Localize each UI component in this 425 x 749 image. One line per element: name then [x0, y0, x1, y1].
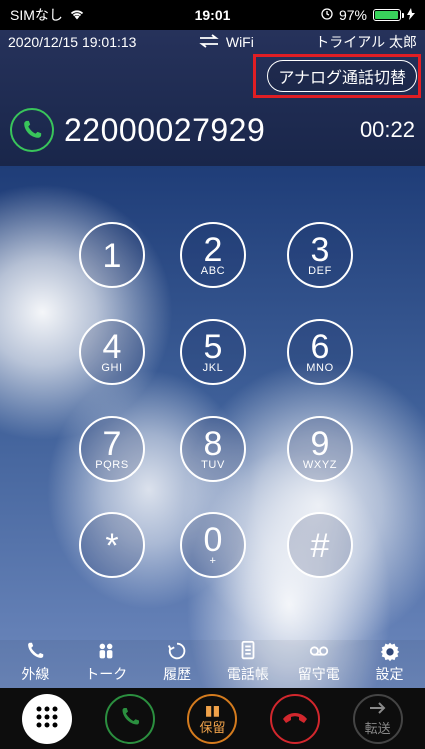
charging-icon	[407, 7, 415, 23]
status-bar: SIMなし 19:01 97%	[0, 0, 425, 30]
arrow-right-icon	[369, 701, 387, 718]
transfer-button[interactable]: 転送	[352, 693, 403, 744]
tab-label: 外線	[21, 666, 50, 682]
key-letters: DEF	[308, 265, 332, 277]
status-time: 19:01	[194, 7, 231, 23]
key-digit: #	[310, 527, 330, 565]
talk-icon	[95, 640, 117, 662]
key-9[interactable]: 9 WXYZ	[287, 416, 353, 482]
tab-label: トーク	[85, 666, 128, 682]
hangup-icon	[281, 709, 309, 728]
tab-label: 留守電	[297, 666, 340, 682]
key-8[interactable]: 8 TUV	[180, 416, 246, 482]
highlight-box	[253, 54, 421, 98]
phone-icon	[118, 705, 142, 732]
key-digit: 0	[203, 521, 223, 559]
key-digit: 1	[102, 237, 122, 275]
call-duration: 00:22	[359, 117, 415, 142]
key-letters: ABC	[200, 265, 226, 277]
call-datetime: 2020/12/15 19:01:13	[8, 34, 137, 50]
tab-label: 電話帳	[226, 666, 269, 682]
key-3[interactable]: 3 DEF	[287, 222, 353, 288]
key-letters: +	[209, 555, 217, 567]
call-button[interactable]	[104, 693, 155, 744]
tab-phonebook[interactable]: 電話帳	[213, 640, 283, 684]
key-letters: TUV	[201, 459, 225, 471]
pause-icon: ▮▮	[204, 702, 221, 718]
transfer-label: 転送	[364, 720, 391, 736]
key-6[interactable]: 6 MNO	[287, 319, 353, 385]
phonebook-icon	[237, 640, 259, 662]
key-4[interactable]: 4 GHI	[79, 319, 145, 385]
key-hash[interactable]: #	[287, 512, 353, 578]
gear-icon	[379, 640, 401, 662]
key-5[interactable]: 5 JKL	[180, 319, 246, 385]
key-digit: 8	[203, 425, 223, 463]
connection-label: WiFi	[225, 34, 254, 50]
call-row: 22000027929 00:22	[0, 108, 425, 152]
key-0[interactable]: 0 +	[180, 512, 246, 578]
bottom-tab-bar: 外線 トーク 履歴 電話帳 留守電 設定	[0, 640, 425, 688]
tab-label: 履歴	[163, 666, 192, 682]
connection-status: WiFi	[198, 33, 254, 51]
dialpad-icon	[34, 704, 60, 733]
call-control-bar: ▮▮ 保留 転送	[0, 688, 425, 749]
tab-settings[interactable]: 設定	[355, 640, 425, 684]
key-7[interactable]: 7 PQRS	[79, 416, 145, 482]
key-star[interactable]: *	[79, 512, 145, 578]
key-digit: 6	[310, 328, 330, 366]
phone-icon	[10, 108, 54, 152]
key-letters: PQRS	[95, 459, 129, 471]
key-digit: 5	[203, 328, 223, 366]
alarm-icon	[321, 7, 333, 23]
hold-button[interactable]: ▮▮ 保留	[187, 693, 238, 744]
key-letters: MNO	[306, 362, 334, 374]
user-name: トライアル 太郎	[315, 34, 417, 50]
key-letters: GHI	[101, 362, 123, 374]
key-1[interactable]: 1	[79, 222, 145, 288]
status-right: 97%	[321, 7, 415, 23]
call-header: 2020/12/15 19:01:13 WiFi トライアル 太郎 アナログ通話…	[0, 30, 425, 166]
key-digit: *	[105, 527, 119, 565]
key-digit: 7	[102, 425, 122, 463]
call-number: 22000027929	[64, 111, 266, 148]
keypad-toggle-button[interactable]	[22, 693, 73, 744]
key-digit: 2	[203, 231, 223, 269]
tab-outside-line[interactable]: 外線	[0, 640, 70, 684]
battery-percent: 97%	[338, 7, 367, 23]
end-call-button[interactable]	[270, 693, 321, 744]
key-digit: 9	[310, 425, 330, 463]
battery-icon	[373, 9, 404, 21]
key-digit: 3	[310, 231, 330, 269]
key-letters: JKL	[202, 362, 224, 374]
carrier-text: SIMなし	[10, 7, 63, 23]
status-left: SIMなし	[10, 5, 85, 25]
hold-label: 保留	[199, 720, 226, 735]
phone-icon	[24, 640, 46, 662]
tab-voicemail[interactable]: 留守電	[284, 640, 354, 684]
tab-history[interactable]: 履歴	[142, 640, 212, 684]
tab-talk[interactable]: トーク	[71, 640, 141, 684]
key-2[interactable]: 2 ABC	[180, 222, 246, 288]
key-letters: WXYZ	[302, 459, 338, 471]
phone-call-screen: SIMなし 19:01 97% 2020/12/15 19:01:13 WiFi…	[0, 0, 425, 749]
history-icon	[166, 640, 188, 662]
network-switch-icon	[198, 33, 220, 51]
tab-label: 設定	[375, 666, 404, 682]
dial-keypad: 1 2 ABC 3 DEF 4 GHI 5 JKL 6 MNO 7 PQRS 8…	[0, 222, 425, 578]
battery-fill	[375, 11, 399, 19]
key-digit: 4	[102, 328, 122, 366]
voicemail-icon	[308, 640, 330, 662]
info-row: 2020/12/15 19:01:13 WiFi トライアル 太郎	[0, 30, 425, 54]
wifi-icon	[69, 7, 85, 23]
